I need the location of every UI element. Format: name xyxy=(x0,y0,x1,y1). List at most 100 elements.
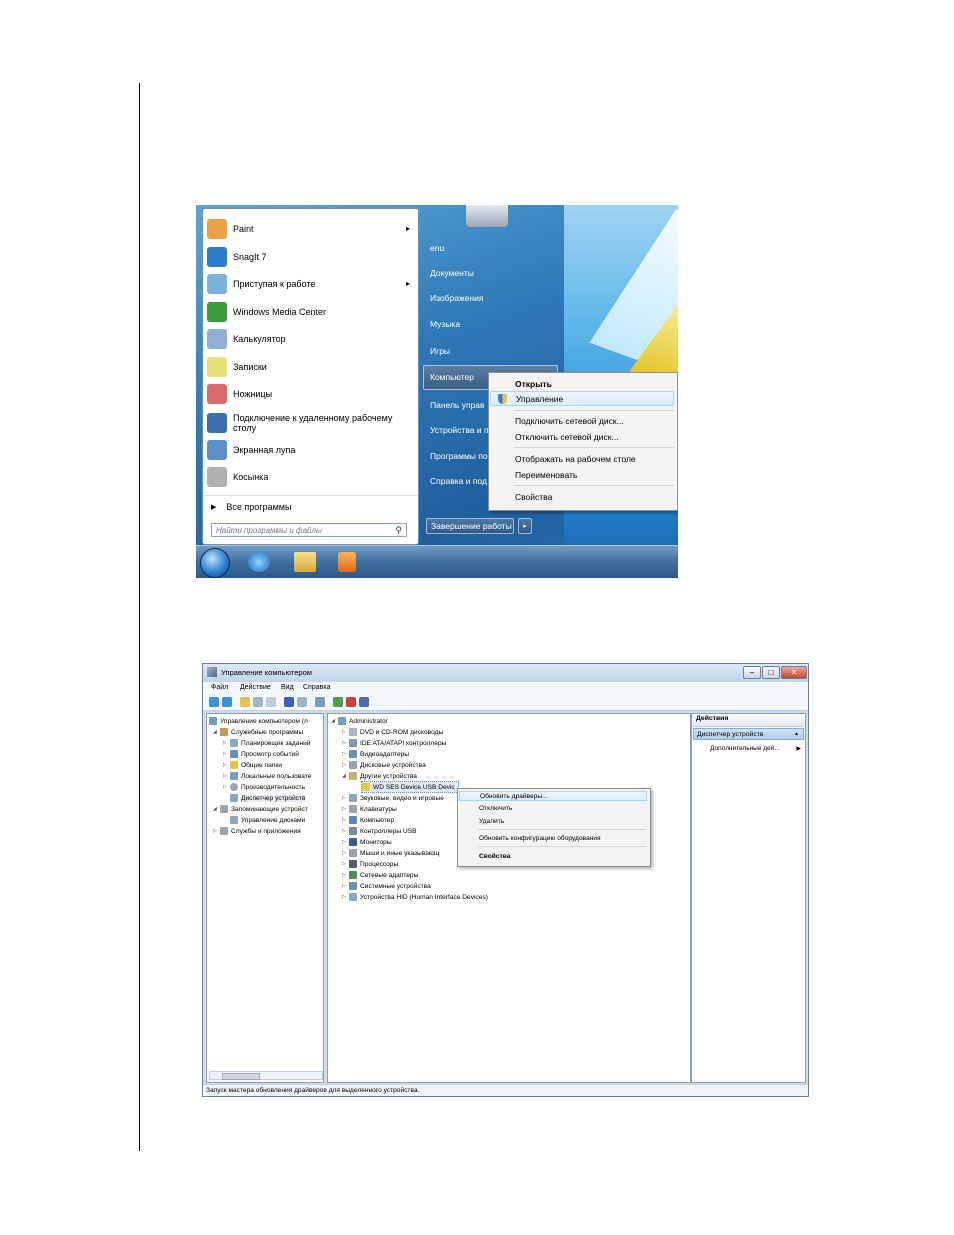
back-icon[interactable] xyxy=(209,697,219,707)
scan-hardware-icon[interactable] xyxy=(315,697,325,707)
collapse-arrow-icon: ▷ xyxy=(342,740,346,746)
scrollbar-thumb[interactable] xyxy=(222,1073,260,1080)
program-remote-desktop[interactable]: Подключение к удаленному рабочему столу xyxy=(203,408,418,438)
device-processors[interactable]: ▷ Процессоры xyxy=(342,859,398,869)
explorer-folder-icon[interactable] xyxy=(294,552,316,572)
device-keyboards[interactable]: ▷ Клавиатуры xyxy=(342,804,397,814)
actions-pane: Действия Диспетчер устройств ▲ Дополнител… xyxy=(691,713,806,1083)
device-wd-ses[interactable]: WD SES Device USB Devic xyxy=(361,781,459,793)
program-solitaire[interactable]: Косынка xyxy=(203,463,418,490)
device-disks[interactable]: ▷ Дисковые устройства xyxy=(342,760,426,770)
shutdown-options-button[interactable]: ▸ xyxy=(518,518,532,534)
tree-item-services-apps[interactable]: ▷ Службы и приложения xyxy=(213,826,301,836)
tree-item-device-manager[interactable]: Диспетчер устройств xyxy=(230,793,306,803)
device-mice[interactable]: ▷ Мыши и иные указывающ xyxy=(342,848,439,858)
ctx-open[interactable]: Открыть xyxy=(490,376,674,391)
actions-device-manager[interactable]: Диспетчер устройств ▲ xyxy=(693,728,804,740)
tree-item-local-users[interactable]: ▷ Локальные пользовате xyxy=(223,771,311,781)
ctx-rename[interactable]: Переименовать xyxy=(490,467,674,482)
dvd-drive-icon xyxy=(349,728,357,736)
collapse-up-icon[interactable]: ▲ xyxy=(794,731,799,737)
minimize-button[interactable]: – xyxy=(743,666,761,679)
export-icon[interactable] xyxy=(266,697,276,707)
status-text: Запуск мастера обновления драйверов для … xyxy=(206,1087,420,1094)
ctx-properties[interactable]: Свойства xyxy=(490,489,674,504)
tree-item-system-tools[interactable]: ◢ Служебные программы xyxy=(213,727,303,737)
program-snagit[interactable]: SnagIt 7 xyxy=(203,243,418,270)
device-network[interactable]: ▷ Сетевые адаптеры xyxy=(342,870,418,880)
computer-management-icon xyxy=(209,717,217,725)
media-player-icon[interactable] xyxy=(338,552,356,572)
uninstall-device-icon[interactable] xyxy=(359,697,369,707)
right-item-pictures[interactable]: Изображения xyxy=(430,293,483,303)
tree-item-event-viewer[interactable]: ▷ Просмотр событий xyxy=(223,749,299,759)
internet-explorer-icon[interactable] xyxy=(248,552,270,572)
ctx-manage[interactable]: Управление xyxy=(490,391,674,406)
clock-icon xyxy=(230,739,238,747)
users-icon xyxy=(230,772,238,780)
update-driver-icon[interactable] xyxy=(333,697,343,707)
search-input[interactable]: Найти программы и файлы ⚲ xyxy=(211,523,407,537)
right-item-games[interactable]: Игры xyxy=(430,346,450,356)
help-icon[interactable] xyxy=(284,697,294,707)
right-item-computer[interactable]: Компьютер xyxy=(430,372,474,382)
ctx-disable[interactable]: Отключить xyxy=(459,803,647,813)
ctx-uninstall[interactable]: Удалить xyxy=(459,816,647,826)
device-computer[interactable]: ▷ Компьютер xyxy=(342,815,394,825)
shutdown-button[interactable]: Завершение работы xyxy=(426,518,514,534)
ctx-scan-hardware[interactable]: Обновить конфигурацию оборудования xyxy=(459,833,647,843)
program-media-center[interactable]: Windows Media Center xyxy=(203,298,418,325)
show-tree-icon[interactable] xyxy=(253,697,263,707)
ctx-device-properties[interactable]: Свойства xyxy=(459,851,647,861)
menu-action[interactable]: Действие xyxy=(240,684,271,691)
close-button[interactable]: ✕ xyxy=(781,666,807,679)
tree-horizontal-scrollbar[interactable] xyxy=(209,1071,323,1080)
menu-view[interactable]: Вид xyxy=(281,684,294,691)
program-paint[interactable]: Paint ▸ xyxy=(203,215,418,242)
start-orb-button[interactable] xyxy=(200,548,230,578)
device-usb[interactable]: ▷ Контроллеры USB xyxy=(342,826,417,836)
properties-icon[interactable] xyxy=(297,697,307,707)
up-folder-icon[interactable] xyxy=(240,697,250,707)
disable-device-icon[interactable] xyxy=(346,697,356,707)
actions-more-actions[interactable]: Дополнительные дей... xyxy=(710,745,780,752)
tree-item-task-scheduler[interactable]: ▷ Планировщик заданий xyxy=(223,738,310,748)
right-item-documents[interactable]: Документы xyxy=(430,268,474,278)
storage-icon xyxy=(220,805,228,813)
tree-item-root[interactable]: Управление компьютером (л xyxy=(209,716,308,726)
ctx-update-drivers[interactable]: Обновить драйверы... xyxy=(459,791,647,801)
ctx-map-network-drive[interactable]: Подключить сетевой диск... xyxy=(490,413,674,428)
device-ide[interactable]: ▷ IDE ATA/ATAPI контроллеры xyxy=(342,738,446,748)
device-system[interactable]: ▷ Системные устройства xyxy=(342,881,431,891)
right-item-control-panel[interactable]: Панель управ xyxy=(430,400,485,410)
device-dvd[interactable]: ▷ DVD и CD-ROM дисководы xyxy=(342,727,443,737)
program-calculator[interactable]: Калькулятор xyxy=(203,325,418,352)
right-item-help[interactable]: Справка и под xyxy=(430,476,487,486)
device-other[interactable]: ◢ Другие устройства xyxy=(342,771,417,781)
program-getting-started[interactable]: Приступая к работе ▸ xyxy=(203,270,418,297)
ctx-show-on-desktop[interactable]: Отображать на рабочем столе xyxy=(490,451,674,466)
right-item-devices[interactable]: Устройства и п xyxy=(430,425,489,435)
forward-icon[interactable] xyxy=(222,697,232,707)
device-root[interactable]: ◢ Administrator xyxy=(331,716,388,726)
ctx-disconnect-network-drive[interactable]: Отключить сетевой диск... xyxy=(490,429,674,444)
device-monitors[interactable]: ▷ Мониторы xyxy=(342,837,392,847)
program-magnifier[interactable]: Экранная лупа xyxy=(203,436,418,463)
right-item-default-programs[interactable]: Программы по xyxy=(430,451,488,461)
tree-item-shared-folders[interactable]: ▷ Общие папки xyxy=(223,760,282,770)
tree-item-disk-management[interactable]: Управление дисками xyxy=(230,815,305,825)
maximize-button[interactable]: □ xyxy=(762,666,780,679)
device-sound[interactable]: ▷ Звуковые, видео и игровые xyxy=(342,793,444,803)
right-item-user[interactable]: enu xyxy=(430,243,444,253)
expand-arrow-icon: ◢ xyxy=(213,729,217,735)
program-snipping-tool[interactable]: Ножницы xyxy=(203,380,418,407)
all-programs-item[interactable]: ▶ Все программы xyxy=(203,495,418,514)
menu-file[interactable]: Файл xyxy=(211,684,228,691)
tree-item-storage[interactable]: ◢ Запоминающие устройст xyxy=(213,804,308,814)
device-video[interactable]: ▷ Видеоадаптеры xyxy=(342,749,409,759)
program-sticky-notes[interactable]: Записки xyxy=(203,353,418,380)
device-hid[interactable]: ▷ Устройства HID (Human Interface Devices… xyxy=(342,892,488,902)
menu-help[interactable]: Справка xyxy=(303,684,330,691)
right-item-music[interactable]: Музыка xyxy=(430,319,460,329)
tree-item-performance[interactable]: ▷ Производительность xyxy=(223,782,305,792)
